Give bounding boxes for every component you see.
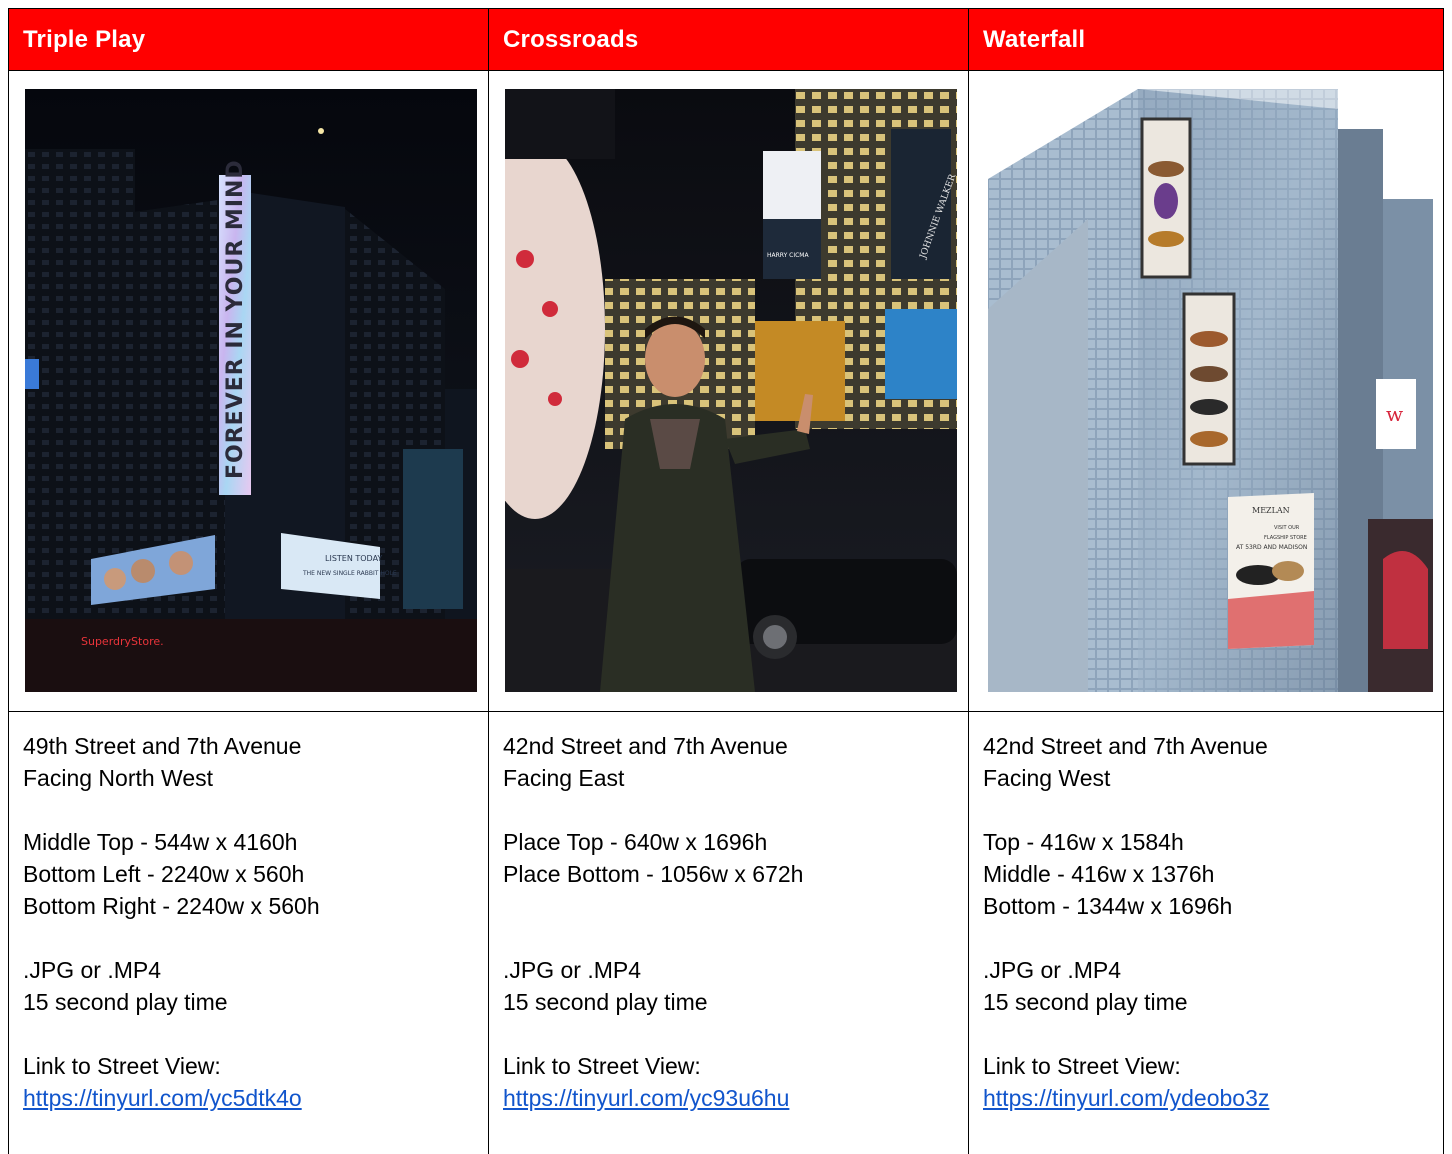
storefront-sign: SuperdryStore.: [81, 635, 164, 648]
street-view-label: Link to Street View:: [503, 1053, 701, 1079]
table-border-right: [1443, 8, 1444, 1154]
column-header-triple-play: Triple Play: [8, 8, 488, 71]
size-line: Top - 416w x 1584h: [983, 829, 1184, 855]
column-divider: [968, 8, 969, 1154]
billboard-vertical-text: FOREVER IN YOUR MIND: [223, 159, 248, 479]
header-divider: [8, 70, 1444, 71]
size-line: Middle - 416w x 1376h: [983, 861, 1215, 887]
column-header-waterfall: Waterfall: [968, 8, 1444, 71]
row-divider: [8, 711, 1444, 712]
table-border-left: [8, 8, 9, 1154]
address: 42nd Street and 7th Avenue: [983, 733, 1268, 759]
billboard-brand-text: MEZLAN: [1252, 506, 1290, 515]
billboard-line-2: FLAGSHIP STORE: [1264, 535, 1307, 541]
info-cell-waterfall: 42nd Street and 7th Avenue Facing West T…: [983, 730, 1269, 1114]
facing: Facing West: [983, 765, 1111, 791]
street-view-link[interactable]: https://tinyurl.com/yc5dtk4o: [23, 1082, 320, 1114]
play-time: 15 second play time: [23, 989, 228, 1015]
table-border-top: [8, 8, 1444, 9]
info-cell-crossroads: 42nd Street and 7th Avenue Facing East P…: [503, 730, 803, 1114]
address: 42nd Street and 7th Avenue: [503, 733, 788, 759]
photo-waterfall: w MEZLAN VISIT OUR FLAGSHIP STORE AT 53R…: [988, 89, 1433, 692]
info-cell-triple-play: 49th Street and 7th Avenue Facing North …: [23, 730, 320, 1114]
file-format: .JPG or .MP4: [503, 957, 642, 983]
size-line: Place Top - 640w x 1696h: [503, 829, 768, 855]
size-line: Middle Top - 544w x 4160h: [23, 829, 298, 855]
street-view-link[interactable]: https://tinyurl.com/yc93u6hu: [503, 1082, 803, 1114]
billboard-right-text: LISTEN TODAY: [325, 554, 382, 563]
facing: Facing North West: [23, 765, 214, 791]
size-line: Bottom Right - 2240w x 560h: [23, 893, 320, 919]
column-header-crossroads: Crossroads: [488, 8, 968, 71]
file-format: .JPG or .MP4: [983, 957, 1122, 983]
storefront-logo-icon: w: [1386, 402, 1403, 426]
street-view-link[interactable]: https://tinyurl.com/ydeobo3z: [983, 1082, 1269, 1114]
billboard-line-3: AT 53RD AND MADISON: [1236, 544, 1307, 551]
street-view-label: Link to Street View:: [23, 1053, 221, 1079]
street-view-label: Link to Street View:: [983, 1053, 1181, 1079]
venue-table: Triple Play Crossroads Waterfall FOREVER…: [8, 8, 1444, 1154]
size-line: Bottom Left - 2240w x 560h: [23, 861, 305, 887]
billboard-brand-text: HARRY CICMA: [767, 252, 809, 259]
size-line: Place Bottom - 1056w x 672h: [503, 861, 804, 887]
column-divider: [488, 8, 489, 1154]
photo-triple-play: FOREVER IN YOUR MIND LISTEN TODAY THE NE…: [25, 89, 477, 692]
file-format: .JPG or .MP4: [23, 957, 162, 983]
play-time: 15 second play time: [503, 989, 708, 1015]
facing: Facing East: [503, 765, 625, 791]
billboard-right-subtext: THE NEW SINGLE RABBIT HOLE: [302, 570, 397, 577]
photo-crossroads: HARRY CICMA JOHNNIE WALKER: [505, 89, 957, 692]
billboard-line-1: VISIT OUR: [1274, 525, 1300, 531]
play-time: 15 second play time: [983, 989, 1188, 1015]
size-line: Bottom - 1344w x 1696h: [983, 893, 1233, 919]
address: 49th Street and 7th Avenue: [23, 733, 302, 759]
